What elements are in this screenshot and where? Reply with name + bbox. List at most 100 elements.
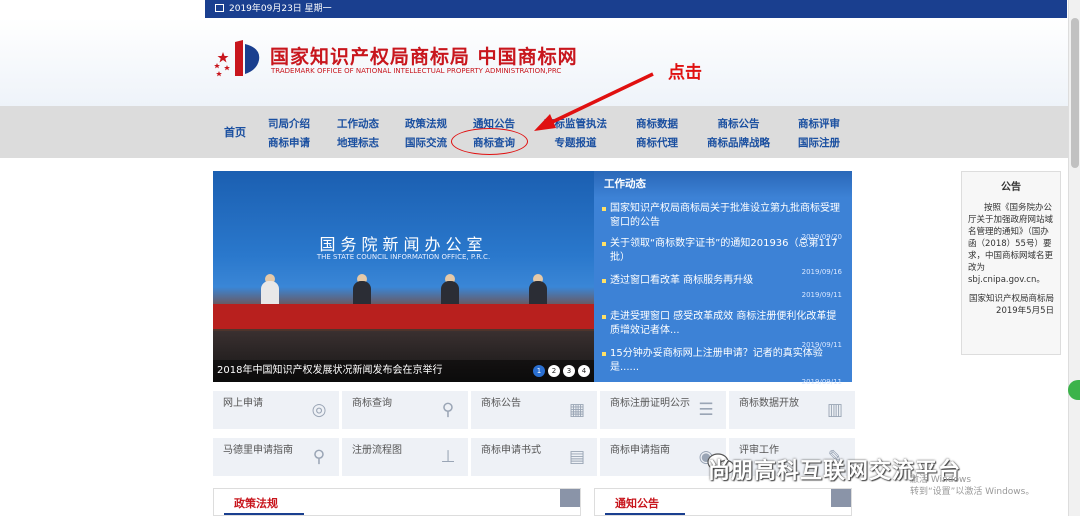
news-item[interactable]: 关于领取“商标数字证书”的通知201936（总第117批） 2019/09/16 [602,237,842,279]
news-date: 2019/09/11 [801,378,842,386]
bullet-icon [602,279,606,283]
more-icon[interactable] [831,489,851,507]
banner-pagination: 1 2 3 4 [533,365,590,377]
nav-col-2: 工作动态 地理标志 [337,115,379,153]
news-title[interactable]: 15分钟办妥商标网上注册申请？记者的真实体验是...... [602,347,842,375]
nav-special-reports[interactable]: 专题报道 [544,134,607,153]
nav-brand-strategy[interactable]: 商标品牌战略 [707,134,770,153]
news-title[interactable]: 走进受理窗口 感受改革成效 商标注册便利化改革提质增效记者体... [602,310,842,338]
tile-label: 商标查询 [352,398,392,409]
banner-page-3[interactable]: 3 [563,365,575,377]
windows-activation-line1: 激活 Windows [910,475,972,485]
more-icon[interactable] [560,489,580,507]
section-notices: 通知公告 [594,488,852,516]
nav-col-7: 商标公告 商标品牌战略 [707,115,770,153]
tile-registration-certificate[interactable]: 商标注册证明公示 ☰ [600,391,726,429]
speaker-4-body [529,281,547,306]
calendar-icon: ▦ [568,400,586,420]
nav-col-5: 商标监管执法 专题报道 [544,115,607,153]
news-item[interactable]: 透过窗口看改革 商标服务再升级 2019/09/11 [602,274,842,302]
tile-open-data[interactable]: 商标数据开放 ▥ [729,391,855,429]
magnifier-icon: ⚲ [441,400,455,420]
windows-activation-line2: 转到“设置”以激活 Windows。 [910,487,1035,497]
chart-icon: ▥ [826,400,844,420]
banner-page-1[interactable]: 1 [533,365,545,377]
notice-signature: 国家知识产权局商标局 [968,294,1054,304]
click-annotation: 点击 [668,63,702,83]
nav-policy[interactable]: 政策法规 [405,115,447,134]
bullet-icon [602,242,606,246]
nav-col-1: 司局介绍 商标申请 [268,115,310,153]
nav-international[interactable]: 国际交流 [405,134,447,153]
scrollbar-thumb[interactable] [1071,18,1079,168]
bullet-icon [602,315,606,319]
section-policy-title[interactable]: 政策法规 [234,495,278,511]
nav-trademark-agency[interactable]: 商标代理 [636,134,678,153]
news-item[interactable]: 走进受理窗口 感受改革成效 商标注册便利化改革提质增效记者体... 2019/0… [602,310,842,352]
site-title: 国家知识产权局商标局 中国商标网 [270,46,578,68]
banner-page-4[interactable]: 4 [578,365,590,377]
nav-geo-indication[interactable]: 地理标志 [337,134,379,153]
tile-registration-flow[interactable]: 注册流程图 ⊥ [342,438,468,476]
current-date: 2019年09月23日 星期一 [229,4,332,14]
nav-col-6: 商标数据 商标代理 [636,115,678,153]
podium-desk [213,304,594,329]
tile-label: 马德里申请指南 [223,445,293,456]
banner-stage-subtitle: THE STATE COUNCIL INFORMATION OFFICE, P.… [316,253,491,261]
news-item[interactable]: 15分钟办妥商标网上注册申请？记者的真实体验是...... 2019/09/11 [602,347,842,389]
pin-icon: ⚲ [312,447,326,467]
tile-madrid-guide[interactable]: 马德里申请指南 ⚲ [213,438,339,476]
news-heading[interactable]: 工作动态 [594,171,852,198]
nav-enforcement[interactable]: 商标监管执法 [544,115,607,134]
nav-work-news[interactable]: 工作动态 [337,115,379,134]
bullet-icon [602,207,606,211]
nav-col-3: 政策法规 国际交流 [405,115,447,153]
tile-label: 注册流程图 [352,445,402,456]
document-icon: ▤ [568,447,586,467]
news-date: 2019/09/11 [801,291,842,299]
tile-trademark-search[interactable]: 商标查询 ⚲ [342,391,468,429]
top-bar: 2019年09月23日 星期一 [0,0,1080,18]
calendar-icon [215,4,224,12]
section-underline [224,513,304,515]
certificate-icon: ☰ [698,400,714,420]
tile-application-forms[interactable]: 商标申请书式 ▤ [471,438,597,476]
bullet-icon [602,352,606,356]
nav-trademark-data[interactable]: 商标数据 [636,115,678,134]
nav-international-registration[interactable]: 国际注册 [798,134,840,153]
banner-page-2[interactable]: 2 [548,365,560,377]
section-notices-title[interactable]: 通知公告 [615,495,659,511]
globe-icon: ◎ [311,400,327,420]
notice-box: 公告 按照《国务院办公厅关于加强政府网站域名管理的通知》（国办函（2018）55… [961,171,1061,355]
news-banner[interactable]: 国务院新闻办公室 THE STATE COUNCIL INFORMATION O… [213,171,594,382]
tile-online-application[interactable]: 网上申请 ◎ [213,391,339,429]
nav-trademark-review[interactable]: 商标评审 [798,115,840,134]
tile-trademark-gazette[interactable]: 商标公告 ▦ [471,391,597,429]
speaker-2-body [353,281,371,306]
tile-label: 商标公告 [481,398,521,409]
speaker-1-body [261,281,279,306]
notice-body: 按照《国务院办公厅关于加强政府网站域名管理的通知》（国办函（2018）55号）要… [968,203,1054,285]
tile-label: 商标注册证明公示 [610,398,690,409]
section-policy: 政策法规 [213,488,581,516]
nav-col-8: 商标评审 国际注册 [798,115,840,153]
banner-stage-title: 国务院新闻办公室 [319,235,488,254]
date-strip: 2019年09月23日 星期一 [205,0,1067,18]
trademark-office-logo-icon[interactable] [213,38,265,78]
main-nav [0,106,1068,158]
flowchart-icon: ⊥ [440,447,456,467]
nav-trademark-application[interactable]: 商标申请 [268,134,310,153]
tile-label: 商标数据开放 [739,398,799,409]
news-title[interactable]: 关于领取“商标数字证书”的通知201936（总第117批） [602,237,842,265]
nav-home[interactable]: 首页 [224,124,246,140]
nav-bureau-intro[interactable]: 司局介绍 [268,115,310,134]
highlight-circle [451,128,528,155]
news-title[interactable]: 透过窗口看改革 商标服务再升级 [602,274,842,288]
windows-activation: 激活 Windows 转到“设置”以激活 Windows。 [910,474,1034,498]
news-title[interactable]: 国家知识产权局商标局关于批准设立第九批商标受理窗口的公告 [602,202,842,230]
page-scrollbar[interactable] [1068,0,1080,516]
notice-date: 2019年5月5日 [996,306,1054,316]
tile-label: 商标申请指南 [610,445,670,456]
nav-trademark-gazette[interactable]: 商标公告 [707,115,770,134]
speaker-3-body [441,281,459,306]
